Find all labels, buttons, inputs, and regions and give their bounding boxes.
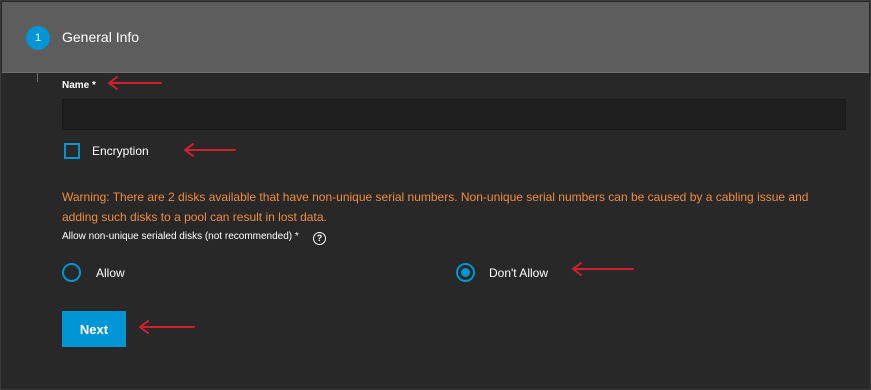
help-circle-icon[interactable]: ? xyxy=(313,232,326,245)
encryption-checkbox[interactable] xyxy=(64,143,80,159)
annotation-arrow-icon xyxy=(184,143,236,157)
serial-warning-text: Warning: There are 2 disks available tha… xyxy=(62,190,809,224)
annotation-arrow-icon xyxy=(108,76,162,90)
step-title: General Info xyxy=(62,29,140,45)
step-connector-line xyxy=(37,72,38,82)
name-field-label: Name * xyxy=(62,80,96,91)
dont-allow-radio[interactable] xyxy=(456,263,475,282)
encryption-label: Encryption xyxy=(92,144,149,158)
name-input[interactable] xyxy=(62,99,846,130)
annotation-arrow-icon xyxy=(139,320,195,334)
pool-creation-panel: 1 General Info Name * Encryption Warning… xyxy=(0,0,871,390)
next-button[interactable]: Next xyxy=(62,311,126,347)
dont-allow-radio-label: Don't Allow xyxy=(489,266,548,280)
annotation-arrow-icon xyxy=(572,262,634,276)
allow-non-unique-serial-label: Allow non-unique serialed disks (not rec… xyxy=(62,231,299,242)
allow-radio[interactable] xyxy=(62,263,81,282)
allow-radio-label: Allow xyxy=(96,266,125,280)
step-header[interactable]: 1 General Info xyxy=(2,2,869,73)
step-number-badge: 1 xyxy=(26,26,50,50)
